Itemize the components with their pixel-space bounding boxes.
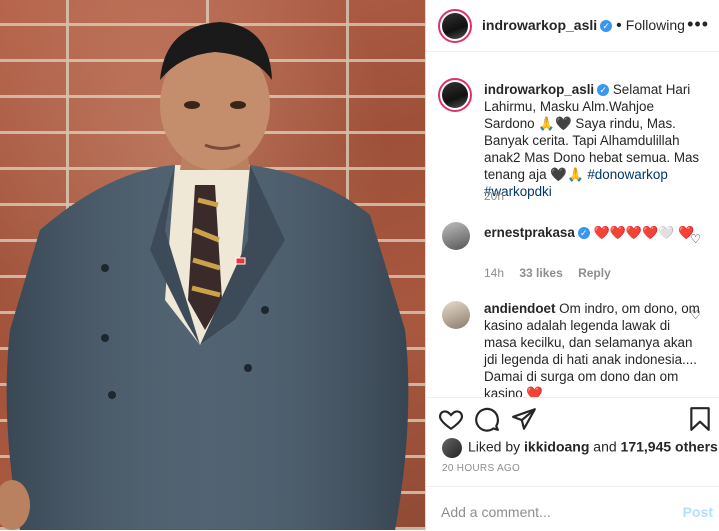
liked-by-and: and xyxy=(593,438,617,455)
comment-avatar[interactable] xyxy=(442,222,470,250)
verified-badge-icon: ✓ xyxy=(597,84,610,96)
share-paper-plane-icon[interactable] xyxy=(511,406,537,432)
post-photo[interactable] xyxy=(0,0,425,530)
post-header: indrowarkop_asli ✓ • Following ••• xyxy=(426,0,719,52)
caption: indrowarkop_asli ✓ Selamat Hari Lahirmu, … xyxy=(484,81,704,200)
comments-list[interactable]: indrowarkop_asli ✓ Selamat Hari Lahirmu, … xyxy=(426,52,719,397)
reply-button[interactable]: Reply xyxy=(578,266,611,280)
comment-time[interactable]: 14h xyxy=(484,266,504,280)
verified-badge-icon: ✓ xyxy=(600,20,613,32)
post-timestamp[interactable]: 20 HOURS AGO xyxy=(442,463,520,474)
comment-meta: 14h 33 likes Reply xyxy=(484,266,623,280)
add-comment-bar: Add a comment... Post xyxy=(426,486,719,531)
caption-time[interactable]: 20h xyxy=(484,189,504,203)
author-username[interactable]: indrowarkop_asli xyxy=(482,17,597,33)
comment-item: ernestprakasa ✓ ❤️❤️❤️❤️🤍 ❤️ xyxy=(484,224,704,241)
verified-badge-icon: ✓ xyxy=(577,227,590,239)
add-comment-input[interactable]: Add a comment... xyxy=(441,504,551,520)
liker-avatar[interactable] xyxy=(442,438,462,458)
liked-by-summary: Liked by ikkidoang and 171,945 others xyxy=(442,438,718,458)
like-heart-icon[interactable] xyxy=(438,406,464,432)
comment-username[interactable]: ernestprakasa xyxy=(484,225,575,240)
comment-avatar[interactable] xyxy=(442,301,470,329)
liked-by-prefix: Liked by xyxy=(468,438,521,455)
post-comment-button[interactable]: Post xyxy=(683,504,713,520)
liker-username[interactable]: ikkidoang xyxy=(524,439,589,455)
separator-dot: • xyxy=(616,17,622,34)
comment-item: andiendoet Om indro, om dono, om kasino … xyxy=(484,300,704,397)
caption-username[interactable]: indrowarkop_asli xyxy=(484,82,594,97)
caption-meta: 20h xyxy=(484,189,516,203)
following-button[interactable]: Following xyxy=(626,17,685,33)
post-actions-bar xyxy=(426,397,719,438)
comment-text: ❤️❤️❤️❤️🤍 ❤️ xyxy=(593,225,695,240)
like-comment-heart-icon[interactable]: ♡ xyxy=(690,232,701,246)
likes-count-link[interactable]: 171,945 others xyxy=(621,439,718,455)
post-side-panel: indrowarkop_asli ✓ • Following ••• indrowar… xyxy=(426,0,719,530)
comment-bubble-icon[interactable] xyxy=(474,406,500,432)
caption-author-avatar[interactable] xyxy=(438,78,472,112)
more-options-icon[interactable]: ••• xyxy=(687,14,709,35)
author-avatar[interactable] xyxy=(438,9,472,43)
man-in-suit-illustration xyxy=(0,22,409,530)
save-bookmark-icon[interactable] xyxy=(687,406,713,432)
comment-username[interactable]: andiendoet xyxy=(484,301,555,316)
comment-likes[interactable]: 33 likes xyxy=(519,266,562,280)
like-comment-heart-icon[interactable]: ♡ xyxy=(690,308,701,322)
